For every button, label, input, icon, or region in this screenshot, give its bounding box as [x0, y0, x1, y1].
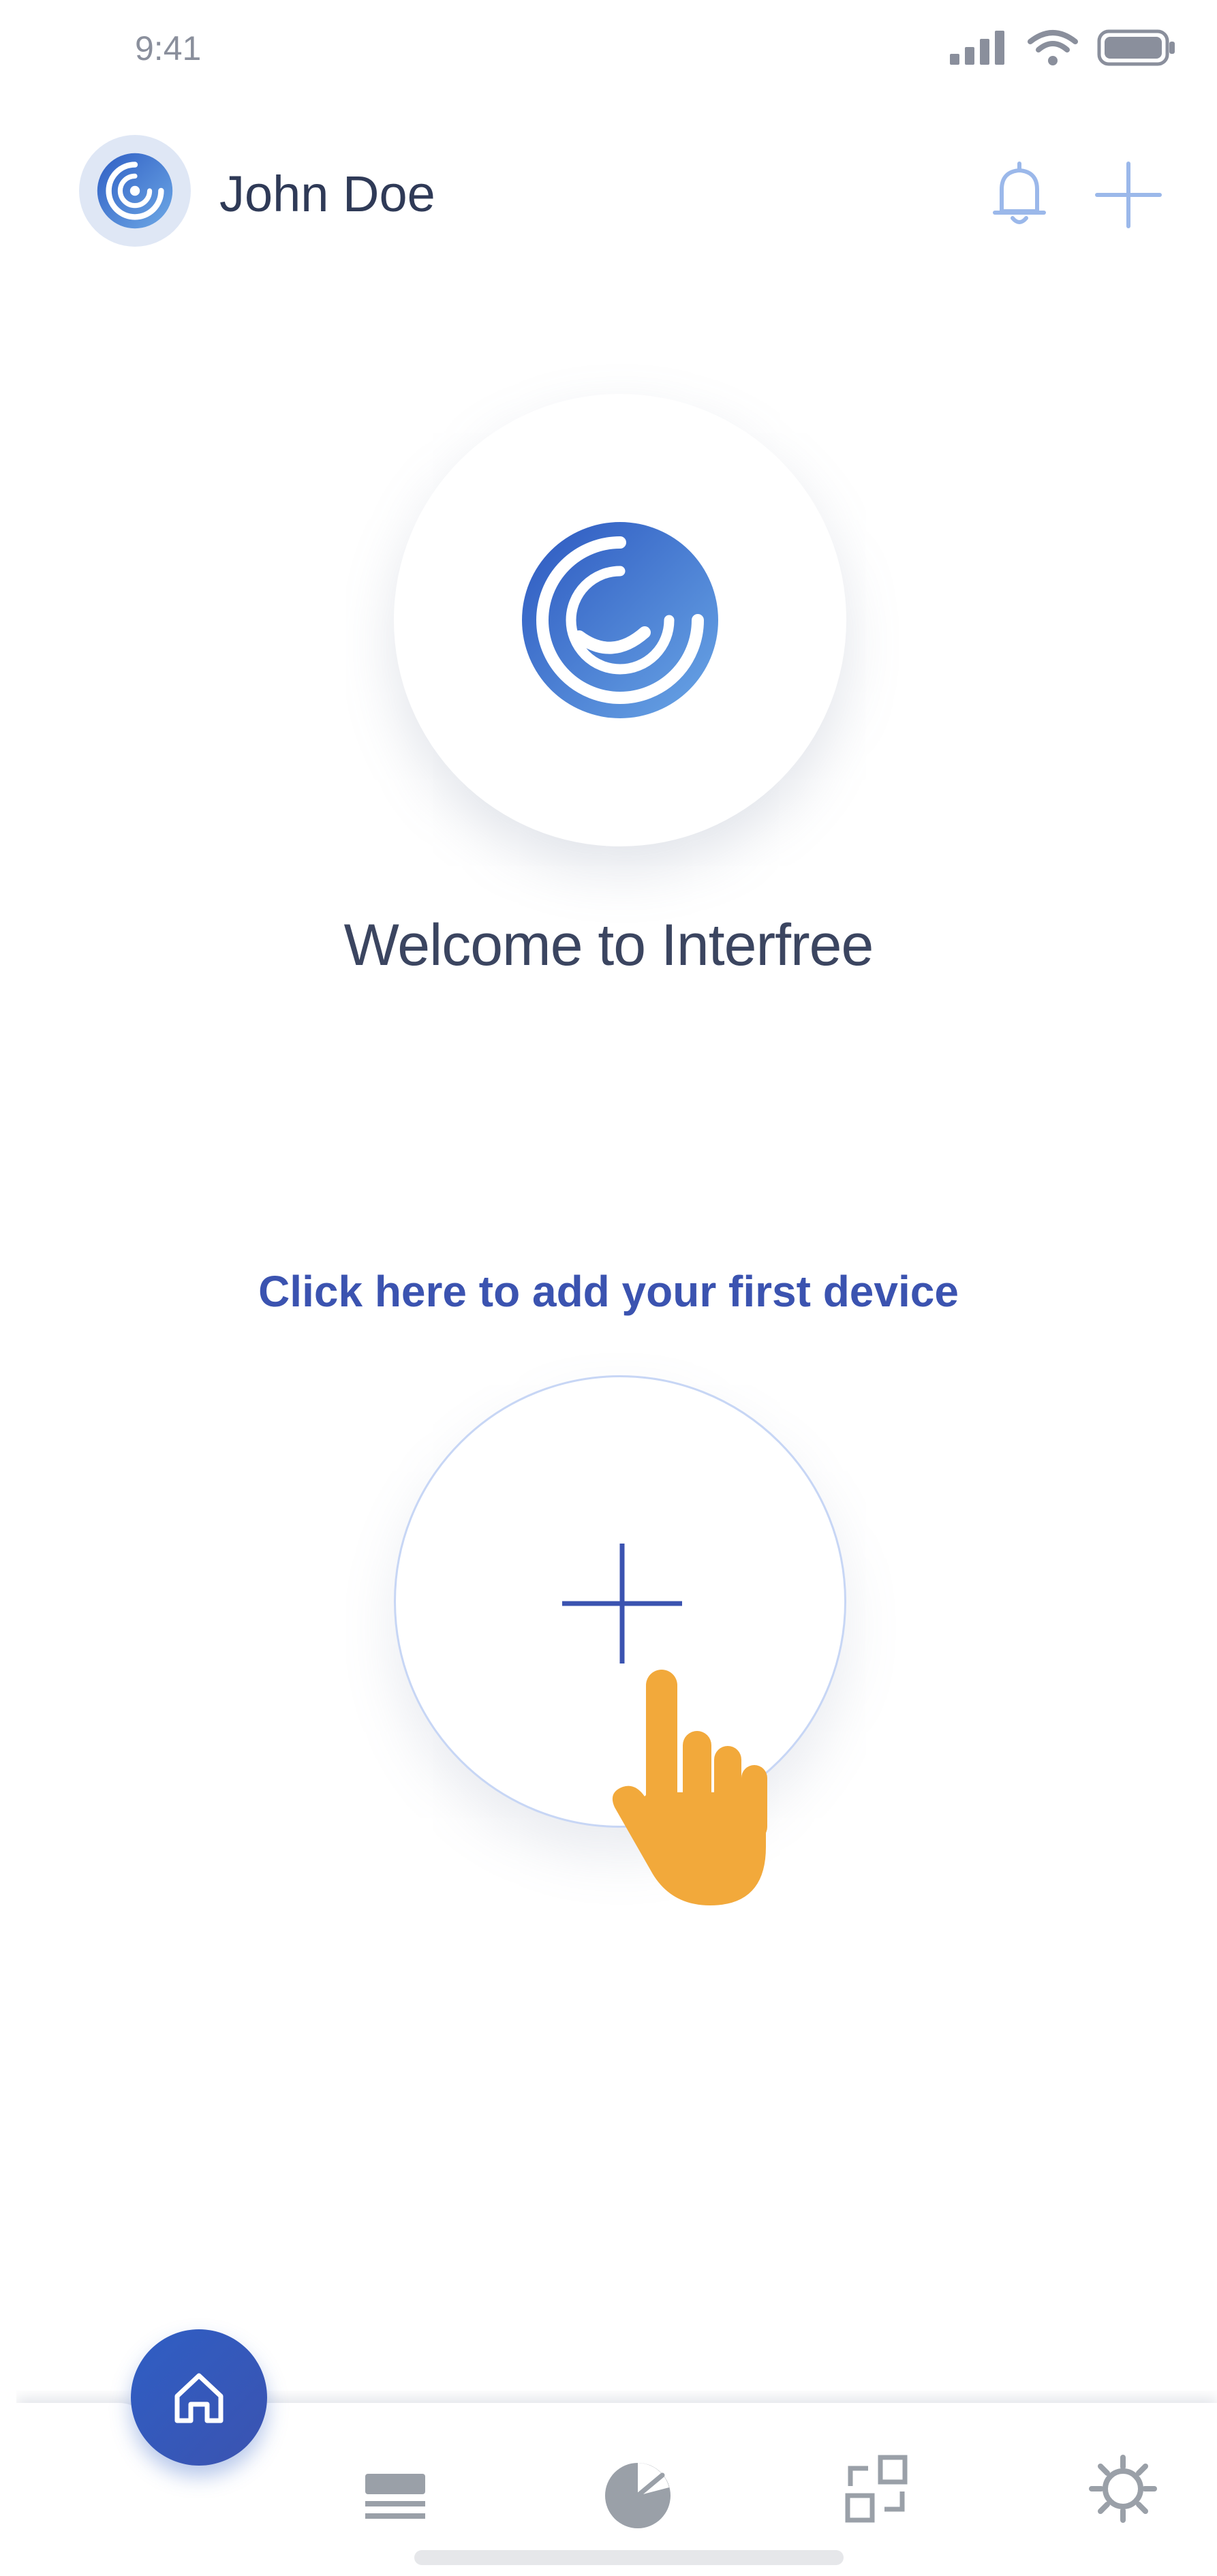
home-indicator	[414, 2550, 844, 2565]
pointing-hand-icon	[600, 1663, 770, 1912]
nav-scenes[interactable]	[829, 2441, 924, 2536]
status-time: 9:41	[135, 29, 202, 67]
home-icon	[174, 2373, 224, 2423]
welcome-title: Welcome to Interfree	[343, 913, 874, 978]
avatar[interactable]	[79, 135, 191, 247]
swirl-logo-icon	[97, 153, 173, 229]
plus-icon	[562, 1544, 682, 1663]
add-device-prompt[interactable]: Click here to add your first device	[0, 1266, 1217, 1317]
grid-transfer-icon	[845, 2455, 908, 2523]
bell-icon	[993, 162, 1046, 224]
add-button[interactable]	[1088, 154, 1169, 236]
wifi-icon	[1028, 30, 1078, 65]
signal-icon	[950, 31, 1004, 65]
notifications-button[interactable]	[979, 154, 1060, 236]
nav-settings[interactable]	[1075, 2441, 1171, 2536]
plus-icon	[1095, 162, 1162, 228]
stack-icon	[365, 2474, 425, 2519]
user-name: John Doe	[219, 166, 435, 222]
logo-circle	[394, 394, 846, 846]
gear-icon	[1089, 2455, 1157, 2523]
status-icons	[950, 27, 1176, 68]
nav-gauge[interactable]	[590, 2448, 685, 2543]
nav-devices[interactable]	[348, 2448, 443, 2543]
battery-icon	[1097, 29, 1175, 66]
gauge-icon	[605, 2463, 671, 2528]
bottom-nav	[16, 2329, 1217, 2576]
nav-home-button[interactable]	[131, 2329, 267, 2466]
swirl-logo-icon	[522, 522, 718, 718]
